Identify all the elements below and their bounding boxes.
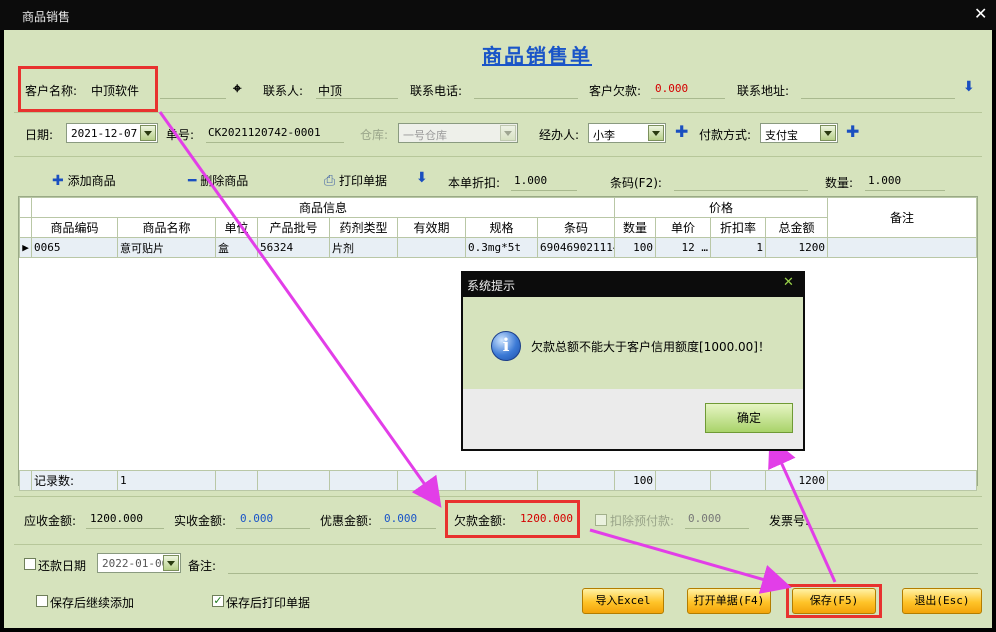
dialog-footer: 确定: [463, 389, 803, 449]
info-icon: i: [491, 331, 521, 361]
arrow-debt-to-save: [589, 528, 792, 594]
system-dialog: 系统提示 ✕ i 欠款总额不能大于客户信用额度[1000.00]！ 确定: [461, 271, 805, 451]
ok-button[interactable]: 确定: [705, 403, 793, 433]
arrow-save-to-ok: [768, 436, 837, 583]
dialog-message: 欠款总额不能大于客户信用额度[1000.00]！: [531, 340, 770, 354]
dialog-close-icon[interactable]: ✕: [783, 275, 794, 290]
dialog-body: i 欠款总额不能大于客户信用额度[1000.00]！: [463, 297, 803, 389]
arrow-customer-to-debt: [158, 111, 442, 508]
dialog-title: 系统提示: [467, 279, 516, 293]
